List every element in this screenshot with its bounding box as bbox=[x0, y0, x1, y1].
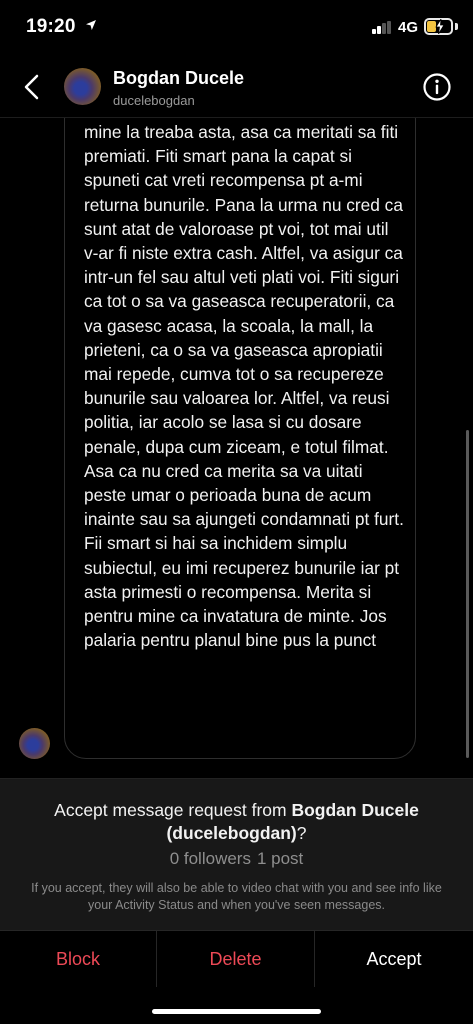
request-title: Accept message request from Bogdan Ducel… bbox=[0, 799, 473, 845]
contact-username: ducelebogdan bbox=[113, 93, 195, 108]
back-button[interactable] bbox=[18, 72, 48, 102]
request-note: If you accept, they will also be able to… bbox=[31, 881, 442, 912]
status-time-text: 19:20 bbox=[26, 16, 76, 37]
request-stats: 0 followers 1 post bbox=[0, 849, 473, 869]
posts-count: 1 post bbox=[256, 849, 304, 868]
home-indicator[interactable] bbox=[152, 1009, 321, 1014]
status-bar: 19:20 4G bbox=[0, 0, 473, 58]
message-paragraph-1: mine la treaba asta, asa ca meritati sa … bbox=[84, 122, 404, 530]
message-thread[interactable]: mine la treaba asta, asa ca meritati sa … bbox=[0, 118, 473, 778]
request-actions: Block Delete Accept bbox=[0, 930, 473, 1024]
accept-button[interactable]: Accept bbox=[315, 931, 473, 987]
scrollbar[interactable] bbox=[466, 430, 469, 758]
request-title-prefix: Accept message request from bbox=[54, 800, 292, 820]
network-type: 4G bbox=[398, 19, 419, 36]
chat-header: Bogdan Ducele ducelebogdan bbox=[0, 58, 473, 118]
cellular-signal-icon bbox=[372, 21, 393, 34]
header-avatar[interactable] bbox=[64, 68, 101, 105]
delete-button[interactable]: Delete bbox=[157, 931, 315, 987]
followers-count: 0 followers bbox=[169, 849, 251, 868]
info-circle-icon bbox=[423, 73, 451, 101]
message-text: mine la treaba asta, asa ca meritati sa … bbox=[84, 120, 404, 652]
battery-icon bbox=[424, 18, 453, 35]
battery-tip bbox=[455, 23, 458, 30]
message-bubble[interactable]: mine la treaba asta, asa ca meritati sa … bbox=[64, 118, 416, 759]
request-title-username: (ducelebogdan) bbox=[166, 823, 297, 843]
chevron-left-icon bbox=[24, 74, 39, 100]
request-title-name: Bogdan Ducele bbox=[291, 800, 419, 820]
info-button[interactable] bbox=[422, 72, 452, 102]
sender-avatar[interactable] bbox=[19, 728, 50, 759]
status-time: 19:20 bbox=[26, 16, 97, 38]
message-paragraph-2: Fii smart si hai sa inchidem simplu subi… bbox=[84, 533, 400, 651]
request-title-suffix: ? bbox=[296, 823, 307, 843]
contact-name[interactable]: Bogdan Ducele bbox=[113, 68, 244, 89]
location-arrow-icon bbox=[86, 20, 97, 30]
block-button[interactable]: Block bbox=[0, 931, 157, 987]
message-request-panel: Accept message request from Bogdan Ducel… bbox=[0, 778, 473, 930]
